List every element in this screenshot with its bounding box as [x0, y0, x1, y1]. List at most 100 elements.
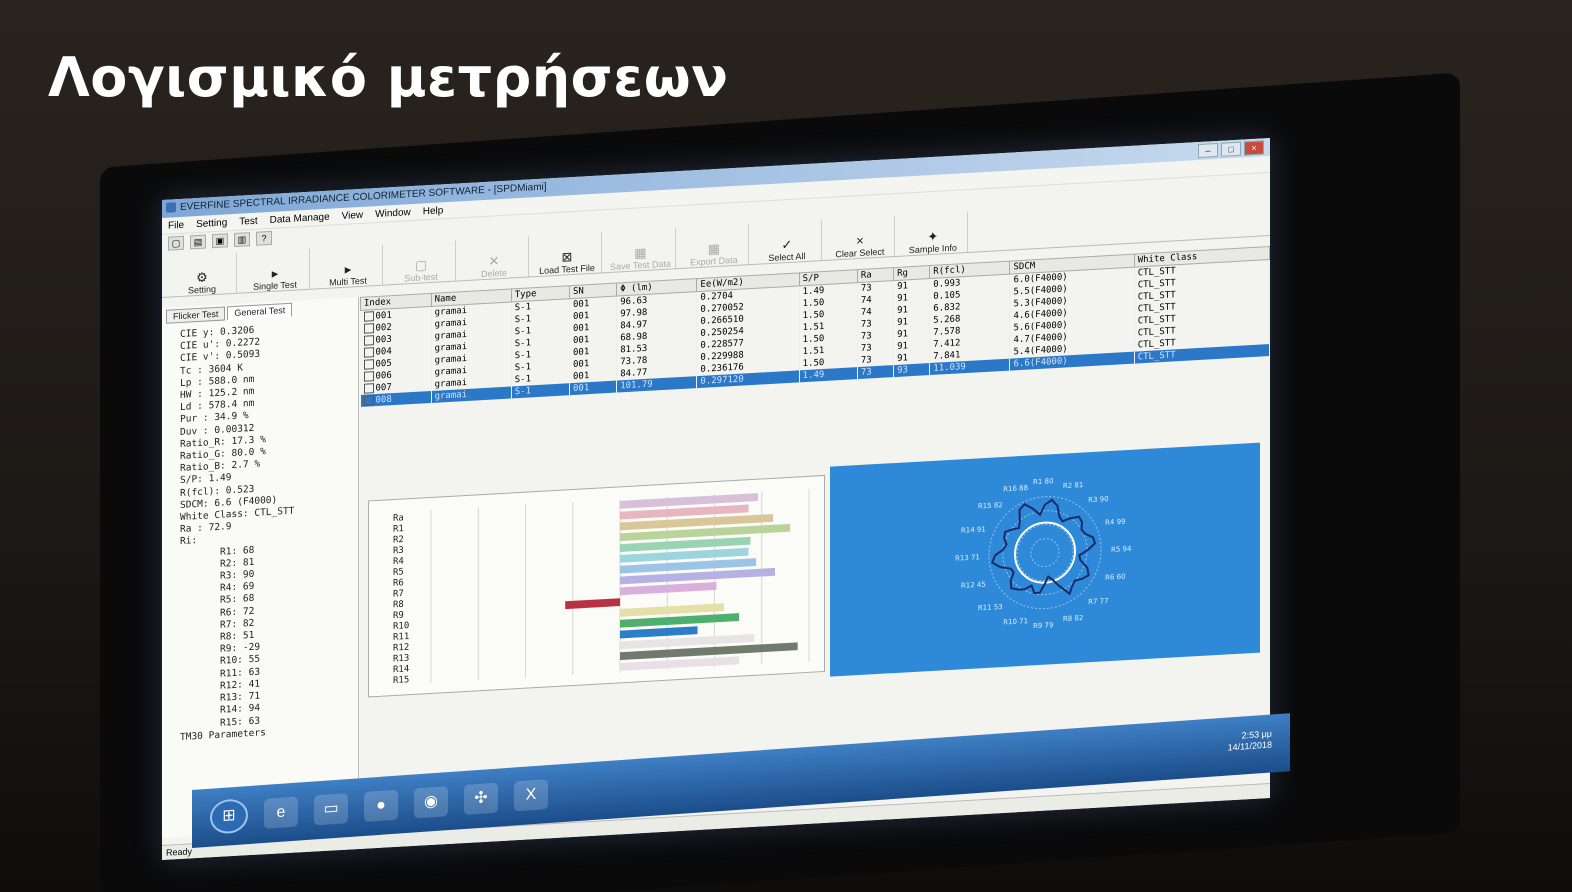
single-test-icon: ▸: [271, 265, 279, 281]
save-test-data-button[interactable]: ▦ Save Test Data: [606, 228, 676, 273]
open-file-icon[interactable]: ▤: [190, 234, 206, 250]
table-cell: 001: [569, 380, 617, 396]
polar-label: R11 53: [978, 603, 1003, 612]
toolbar-label: Single Test: [253, 279, 297, 292]
cell-text: 68.98: [620, 331, 648, 344]
maximize-button[interactable]: □: [1221, 141, 1241, 157]
save-file-icon[interactable]: ▣: [212, 233, 228, 249]
polar-label: R6 60: [1105, 573, 1125, 582]
cell-text: 96.63: [620, 295, 648, 308]
cell-text: 005: [375, 358, 392, 370]
row-checkbox[interactable]: [363, 322, 374, 334]
setting-button[interactable]: ⚙ Setting: [168, 252, 237, 297]
select-all-icon: ✓: [781, 236, 793, 253]
menu-item-view[interactable]: View: [342, 209, 364, 221]
cell-text: CTL_STT: [1137, 314, 1176, 327]
bar-category-label: R2: [393, 535, 404, 546]
excel-icon[interactable]: X: [514, 779, 548, 812]
toolbar-label: Export Data: [690, 254, 738, 268]
cell-text: 0.105: [933, 290, 961, 302]
cell-text: 91: [897, 293, 908, 304]
cri-bar-chart-panel: Ra R1 R2 R3 R4 R5 R6 R7 R8 R9 R10 R11 R12 R13 R14 R15: [368, 474, 825, 698]
bar-category-label: R5: [393, 567, 404, 578]
folder-icon[interactable]: ▭: [314, 793, 348, 826]
row-checkbox[interactable]: [363, 334, 374, 346]
tray-date[interactable]: 14/11/2018: [1228, 739, 1272, 753]
row-checkbox[interactable]: [363, 358, 374, 370]
cell-text: CTL_STT: [1137, 350, 1176, 363]
bar-category-label: R15: [393, 675, 409, 686]
tab-flicker-test[interactable]: Flicker Test: [166, 306, 226, 324]
export-data-button[interactable]: ▦ Export Data: [679, 224, 749, 269]
bar-category-label: R14: [393, 664, 409, 675]
menu-item-window[interactable]: Window: [375, 207, 411, 220]
cell-text: 73: [860, 283, 872, 294]
polar-label: R10 71: [1003, 617, 1028, 626]
cell-text: 001: [572, 335, 590, 347]
cell-text: S-1: [514, 326, 532, 338]
polar-label: R9 79: [1033, 621, 1053, 630]
cell-text: 001: [572, 371, 590, 383]
polar-label: R8 82: [1063, 614, 1083, 623]
cell-text: 001: [572, 299, 590, 311]
cell-text: 91: [897, 317, 908, 328]
menu-item-data-manage[interactable]: Data Manage: [270, 211, 330, 225]
menu-item-file[interactable]: File: [168, 219, 184, 231]
menu-item-test[interactable]: Test: [239, 215, 257, 227]
cell-text: 7.841: [933, 350, 961, 362]
cell-text: 7.412: [933, 338, 961, 350]
delete-button[interactable]: ✕ Delete: [460, 236, 529, 281]
row-checkbox[interactable]: [363, 382, 374, 394]
bar-category-label: Ra: [393, 513, 404, 524]
cell-text: 91: [897, 341, 908, 352]
row-checkbox[interactable]: [363, 346, 374, 358]
minimize-button[interactable]: –: [1198, 142, 1218, 159]
toolbar-label: Clear Select: [835, 246, 885, 260]
cell-text: gramai: [434, 353, 468, 366]
bar-category-label: R1: [393, 524, 404, 535]
row-checkbox[interactable]: [363, 394, 374, 406]
clear-select-button[interactable]: × Clear Select: [825, 216, 895, 260]
cell-text: 001: [572, 347, 590, 359]
media-icon[interactable]: ●: [364, 789, 398, 822]
app-icon[interactable]: ✣: [464, 782, 498, 815]
toolbar-label: Sub-test: [404, 271, 438, 284]
cell-text: CTL_STT: [1137, 266, 1176, 279]
cell-text: 001: [572, 383, 590, 395]
save-data-icon: ▦: [634, 244, 647, 261]
close-button[interactable]: ×: [1244, 140, 1264, 156]
cell-text: 1.50: [802, 333, 825, 346]
sample-info-button[interactable]: ✦ Sample Info: [898, 211, 968, 256]
row-checkbox[interactable]: [363, 370, 374, 382]
print-icon[interactable]: ▥: [234, 232, 250, 247]
menu-item-setting[interactable]: Setting: [196, 217, 227, 230]
sub-test-button[interactable]: ▢ Sub-test: [387, 240, 456, 285]
cell-text: 84.77: [620, 367, 648, 380]
tab-general-test[interactable]: General Test: [227, 302, 293, 321]
new-file-icon[interactable]: ▢: [168, 235, 184, 251]
toolbar-label: Load Test File: [539, 262, 595, 276]
cell-text: gramai: [434, 389, 468, 402]
row-checkbox[interactable]: [363, 310, 374, 322]
menu-item-help[interactable]: Help: [423, 205, 444, 217]
help-icon[interactable]: ?: [256, 230, 272, 246]
select-all-button[interactable]: ✓ Select All: [752, 220, 822, 264]
toolbar-label: Sample Info: [908, 242, 957, 256]
firefox-icon[interactable]: ◉: [414, 786, 448, 819]
multi-test-icon: ▸: [344, 261, 352, 277]
cell-text: CTL_STT: [1137, 290, 1176, 303]
ie-icon[interactable]: e: [264, 796, 298, 829]
cell-text: 0.297120: [700, 374, 744, 387]
multi-test-button[interactable]: ▸ Multi Test: [314, 244, 383, 289]
cell-text: 11.039: [933, 362, 966, 374]
parameter-panel: Flicker Test General Test CIE y: 0.3206 C…: [162, 296, 359, 839]
bar-category-label: R9: [393, 611, 404, 622]
load-test-file-button[interactable]: ⊠ Load Test File: [533, 232, 602, 277]
cell-text: 73: [860, 355, 872, 366]
cell-text: 73: [860, 319, 872, 330]
start-button[interactable]: ⊞: [210, 798, 248, 835]
cell-text: S-1: [514, 314, 532, 326]
toolbar-label: Multi Test: [329, 275, 367, 288]
single-test-button[interactable]: ▸ Single Test: [241, 248, 310, 293]
cell-text: S-1: [514, 302, 532, 314]
